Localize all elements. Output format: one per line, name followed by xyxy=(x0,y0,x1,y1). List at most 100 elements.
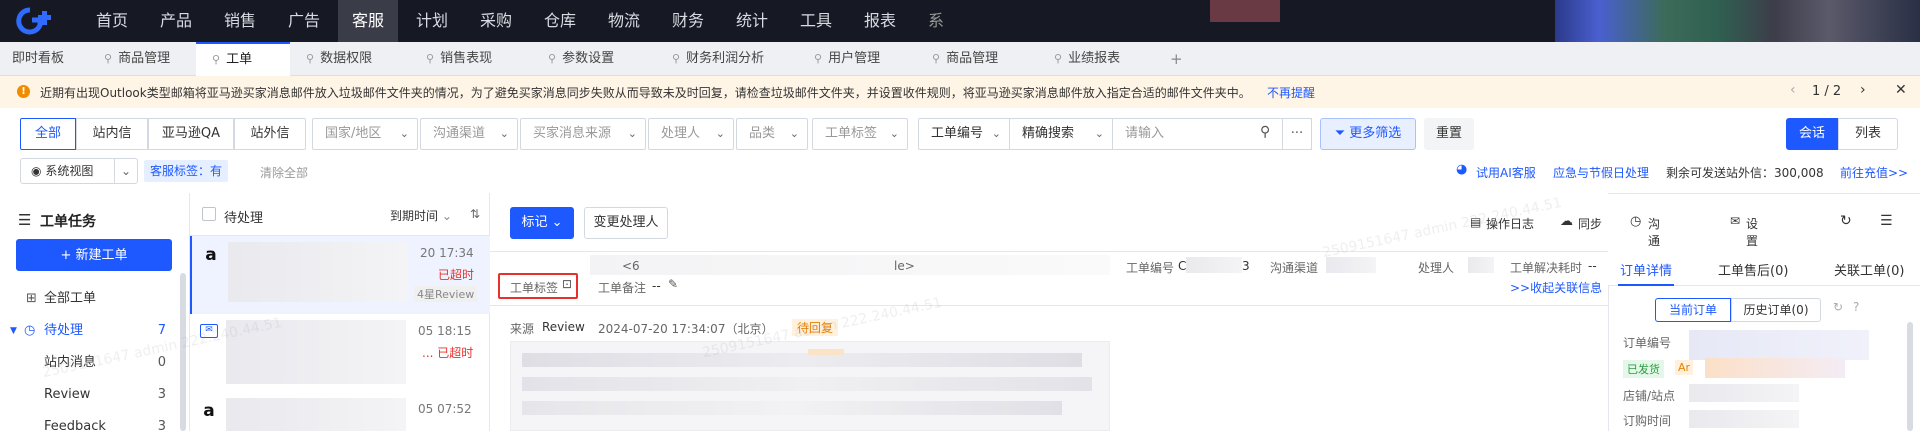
sidebar-item-pending[interactable]: ▼ ◷ 待处理 7 xyxy=(0,315,180,347)
collapse-related-link[interactable]: >>收起关联信息 xyxy=(1510,279,1602,296)
nav-product[interactable]: 产品 xyxy=(146,0,206,42)
order-no-label: 订单编号 xyxy=(1623,336,1672,350)
ai-service-link[interactable]: 试用AI客服 xyxy=(1476,164,1536,181)
warning-icon: ! xyxy=(17,85,30,98)
blurred-content xyxy=(590,255,1110,275)
add-tab-button[interactable]: + xyxy=(1170,42,1190,76)
handler-label: 处理人 xyxy=(1418,261,1455,275)
filter-segment-offsite[interactable]: 站外信 xyxy=(234,118,306,150)
nav-purchase[interactable]: 采购 xyxy=(466,0,526,42)
tab-user-mgmt[interactable]: ⚲ 用户管理 xyxy=(800,42,918,76)
close-icon[interactable]: ✕ xyxy=(1895,82,1907,98)
tab-sales-performance[interactable]: ⚲ 销售表现 xyxy=(408,42,526,76)
next-page-icon[interactable]: › xyxy=(1860,82,1866,98)
tab-product-mgmt-2[interactable]: ⚲ 商品管理 xyxy=(918,42,1036,76)
tab-performance-report[interactable]: ⚲ 业绩报表 xyxy=(1036,42,1154,76)
nav-plan[interactable]: 计划 xyxy=(402,0,462,42)
tab-finance-profit[interactable]: ⚲ 财务利润分析 xyxy=(648,42,800,76)
blurred-content xyxy=(808,349,844,355)
list-item[interactable]: a 05 07:52 xyxy=(190,392,490,431)
country-select[interactable]: 国家/地区 ⌄ xyxy=(312,118,418,150)
source-value: Review xyxy=(542,320,585,334)
nav-more[interactable]: 系 xyxy=(914,0,944,42)
channel-select[interactable]: 沟通渠道 ⌄ xyxy=(420,118,518,150)
pencil-icon[interactable]: ✎ xyxy=(668,277,678,291)
scrollbar[interactable] xyxy=(180,273,186,431)
nav-warehouse[interactable]: 仓库 xyxy=(530,0,590,42)
nav-tools[interactable]: 工具 xyxy=(786,0,846,42)
menu-icon[interactable]: ☰ xyxy=(18,211,31,229)
current-order-tab[interactable]: 当前订单 xyxy=(1655,298,1731,322)
logo[interactable] xyxy=(14,6,60,36)
operation-log-button[interactable]: 操作日志 xyxy=(1486,215,1534,232)
recharge-link[interactable]: 前往充值>> xyxy=(1840,164,1908,181)
nav-sales[interactable]: 销售 xyxy=(210,0,270,42)
sort-order-icon[interactable]: ⇅ xyxy=(470,207,480,221)
source-label: 来源 xyxy=(510,322,535,336)
view-mode-conversation[interactable]: 会话 xyxy=(1786,118,1838,150)
nav-customer-service[interactable]: 客服 xyxy=(338,0,399,42)
tab-tickets[interactable]: ⚲ 工单 xyxy=(196,42,290,76)
reset-button[interactable]: 重置 xyxy=(1424,118,1474,150)
view-mode-list[interactable]: 列表 xyxy=(1838,118,1898,150)
filter-segment-all[interactable]: 全部 xyxy=(20,118,76,150)
nav-ads[interactable]: 广告 xyxy=(274,0,334,42)
ticket-tag-select[interactable]: 工单标签 ⌄ xyxy=(812,118,908,150)
list-item[interactable]: ✉ 05 18:15 ... 已超时 xyxy=(190,314,490,392)
change-handler-button[interactable]: 变更处理人 xyxy=(584,207,668,239)
match-mode-select[interactable]: 精确搜索 ⌄ xyxy=(1009,118,1113,150)
handler-select[interactable]: 处理人 ⌄ xyxy=(648,118,734,150)
sidebar-item-all[interactable]: ⊞ 全部工单 xyxy=(0,283,180,315)
chevron-down-icon: ⌄ xyxy=(399,127,409,140)
history-order-tab[interactable]: 历史订单(0) xyxy=(1731,298,1821,322)
help-icon[interactable]: ? xyxy=(1853,300,1859,314)
tab-data-permission[interactable]: ⚲ 数据权限 xyxy=(290,42,408,76)
sidebar-item-onsite[interactable]: 站内消息 0 xyxy=(0,347,180,379)
search-icon[interactable]: ⚲ xyxy=(1260,124,1270,140)
nav-logistics[interactable]: 物流 xyxy=(594,0,654,42)
tab-dashboard[interactable]: 即时看板 xyxy=(12,42,90,76)
prev-page-icon[interactable]: ‹ xyxy=(1790,82,1796,98)
tab-param-settings[interactable]: ⚲ 参数设置 xyxy=(526,42,648,76)
sidebar-item-feedback[interactable]: Feedback 3 xyxy=(0,411,180,431)
notice-bar: ! 近期有出现Outlook类型邮箱将亚马逊买家消息邮件放入垃圾邮件文件夹的情况… xyxy=(0,76,1920,108)
filter-segment-onsite[interactable]: 站内信 xyxy=(76,118,148,150)
tag-filter-chip[interactable]: 客服标签：有 xyxy=(144,160,229,182)
blurred-content xyxy=(226,398,406,431)
log-icon: ▤ xyxy=(1470,215,1482,229)
category-select[interactable]: 品类 ⌄ xyxy=(736,118,808,150)
nav-stats[interactable]: 统计 xyxy=(722,0,782,42)
more-options-button[interactable]: ··· xyxy=(1282,118,1312,150)
nav-home[interactable]: 首页 xyxy=(82,0,142,42)
blurred-content xyxy=(522,401,1062,415)
nav-reports[interactable]: 报表 xyxy=(850,0,910,42)
emergency-link[interactable]: 应急与节假日处理 xyxy=(1553,164,1649,181)
ticket-no-field-select[interactable]: 工单编号 ⌄ xyxy=(918,118,1010,150)
nav-finance[interactable]: 财务 xyxy=(658,0,718,42)
chevron-down-icon: ⌄ xyxy=(627,127,637,140)
ticket-no-label: 工单编号 xyxy=(1126,261,1175,275)
tab-order-detail[interactable]: 订单详情 xyxy=(1620,260,1672,279)
sidebar-item-review[interactable]: Review 3 xyxy=(0,379,180,411)
sync-button[interactable]: 同步 xyxy=(1578,215,1602,232)
tag-edit-icon[interactable]: ⊡ xyxy=(562,277,572,291)
sort-select[interactable]: 到期时间 ⌄ xyxy=(390,207,452,224)
mark-button[interactable]: 标记 ⌄ xyxy=(510,207,574,239)
list-icon[interactable]: ☰ xyxy=(1880,213,1893,229)
refresh-icon[interactable]: ↻ xyxy=(1833,300,1843,314)
more-filters-button[interactable]: ⏷ 更多筛选 xyxy=(1320,118,1416,150)
tab-product-mgmt[interactable]: ⚲ 商品管理 xyxy=(90,42,196,76)
filter-segment-amazon-qa[interactable]: 亚马逊QA xyxy=(148,118,234,150)
select-all-checkbox[interactable] xyxy=(202,207,216,221)
refresh-icon[interactable]: ↻ xyxy=(1840,213,1852,229)
pin-icon: ⚲ xyxy=(548,52,557,65)
dismiss-notice-link[interactable]: 不再提醒 xyxy=(1267,84,1315,101)
system-view-select[interactable]: ◉ 系统视图 ⌄ xyxy=(20,158,138,184)
list-item[interactable]: a 20 17:34 已超时 4星Review xyxy=(190,236,490,314)
clear-all-link[interactable]: 清除全部 xyxy=(260,164,308,181)
tab-after-sales[interactable]: 工单售后(0) xyxy=(1718,260,1788,279)
new-ticket-button[interactable]: + 新建工单 xyxy=(16,239,172,271)
scrollbar[interactable] xyxy=(1907,322,1913,431)
tab-related-tickets[interactable]: 关联工单(0) xyxy=(1834,260,1904,279)
message-source-select[interactable]: 买家消息来源 ⌄ xyxy=(520,118,646,150)
